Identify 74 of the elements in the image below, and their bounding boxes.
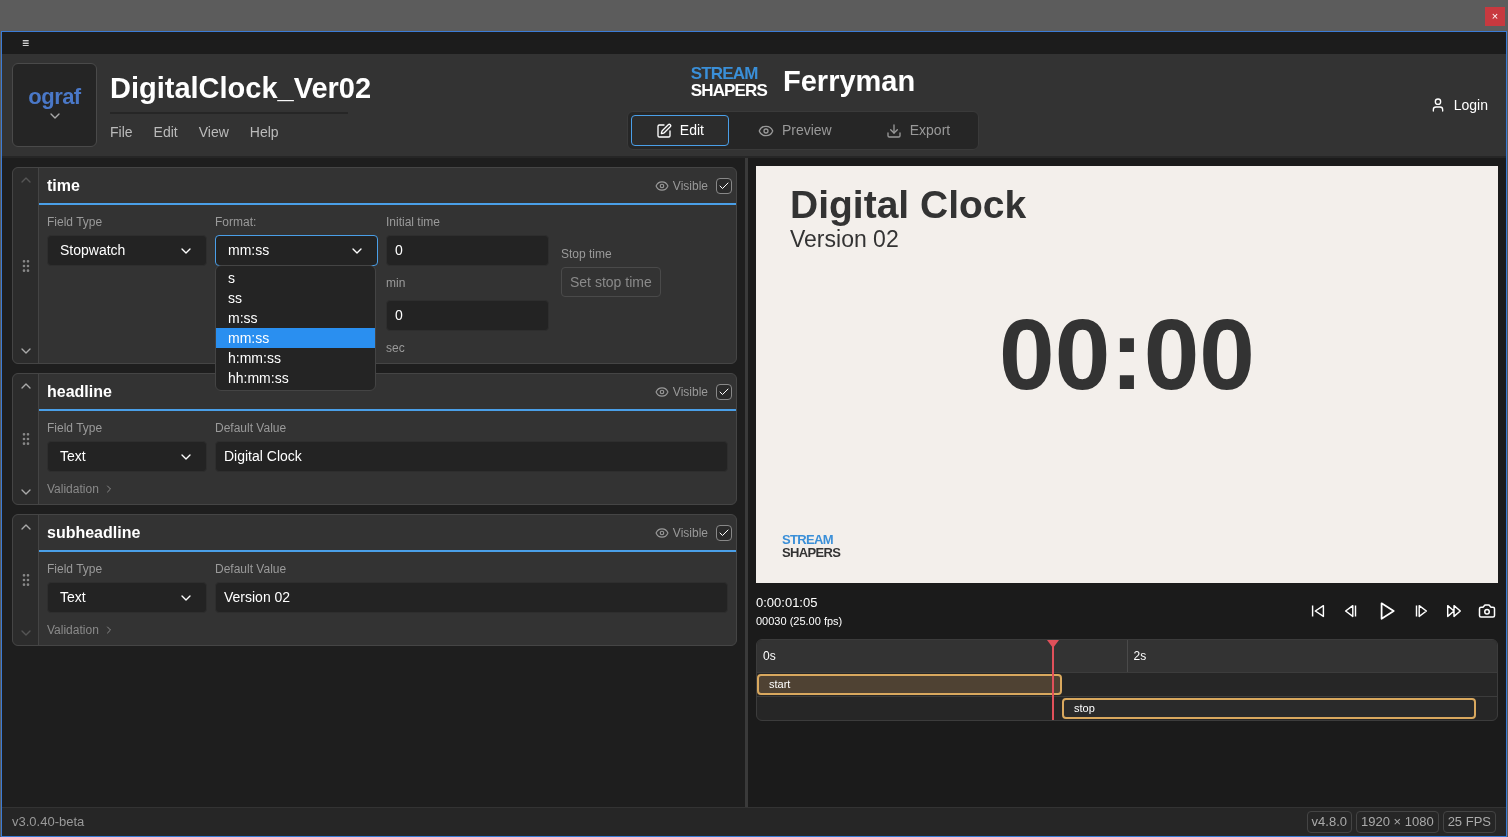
dropdown-option[interactable]: ss: [216, 288, 375, 308]
visible-label: Visible: [672, 383, 708, 401]
dropdown-option[interactable]: h:mm:ss: [216, 348, 375, 368]
set-stop-time-button[interactable]: Set stop time: [561, 267, 661, 297]
mode-tab[interactable]: Edit: [630, 115, 729, 147]
input-field[interactable]: 0: [386, 300, 549, 331]
visible-label: Visible: [672, 177, 708, 195]
dropdown-option[interactable]: hh:mm:ss: [216, 368, 375, 388]
time-tick-label: 0s: [763, 648, 776, 665]
logo-line: SHAPERS: [782, 546, 842, 559]
visible-checkbox[interactable]: [716, 383, 732, 400]
select-field[interactable]: Text: [47, 441, 207, 472]
status-badge: v4.8.0: [1306, 811, 1352, 833]
timeline-clip[interactable]: stop: [1062, 698, 1476, 719]
menu-item[interactable]: Edit: [153, 121, 178, 143]
timeline-clip[interactable]: start: [757, 674, 1062, 695]
time-tick-label: 2s: [1133, 648, 1147, 665]
menu-item[interactable]: File: [110, 121, 133, 143]
validation-toggle[interactable]: Validation: [47, 621, 115, 639]
select-field[interactable]: Stopwatch: [47, 235, 207, 266]
logo-line: SHAPERS: [690, 81, 768, 99]
field-name: subheadline: [47, 522, 141, 543]
dropdown-option[interactable]: s: [216, 268, 375, 288]
logo-button[interactable]: ograf: [12, 63, 97, 147]
field-label: Format:: [215, 214, 258, 231]
pen-icon: [655, 122, 672, 139]
input-field[interactable]: Version 02: [215, 582, 728, 613]
login-button[interactable]: Login: [1258, 94, 1488, 116]
validation-toggle[interactable]: Validation: [47, 480, 115, 498]
menu-item[interactable]: Help: [249, 121, 279, 143]
menu-item[interactable]: View: [198, 121, 229, 143]
menu-icon[interactable]: ≡: [22, 34, 29, 52]
download-icon: [885, 122, 902, 139]
app-version: v3.0.40-beta: [12, 813, 85, 832]
status-badge: 1920 × 1080: [1356, 811, 1439, 833]
app-name: Ferryman: [783, 63, 916, 99]
mode-tab[interactable]: Export: [860, 115, 976, 147]
status-badge: 25 FPS: [1442, 811, 1496, 833]
skip-to-start-icon[interactable]: [1309, 602, 1327, 620]
field-label: Stop time: [561, 246, 613, 263]
field-label: Field Type: [47, 561, 104, 578]
timecode: 0:00:01:05: [756, 594, 819, 612]
preview-clock: 00:00: [999, 304, 1255, 404]
camera-icon[interactable]: [1478, 602, 1496, 620]
field-label: Field Type: [47, 214, 104, 231]
logo-line: STREAM: [690, 64, 759, 82]
input-field[interactable]: 0: [386, 235, 549, 266]
dropdown-option[interactable]: m:ss: [216, 308, 375, 328]
visible-label: Visible: [672, 524, 708, 542]
select-field[interactable]: mm:ss: [215, 235, 378, 266]
field-name: time: [47, 175, 80, 196]
frame-counter: 00030 (25.00 fps): [756, 613, 843, 629]
visible-checkbox[interactable]: [716, 524, 732, 541]
fast-forward-icon[interactable]: [1445, 602, 1463, 620]
field-label: sec: [386, 340, 406, 357]
input-field[interactable]: Digital Clock: [215, 441, 728, 472]
field-label: Field Type: [47, 420, 104, 437]
document-title: DigitalClock_Ver02: [110, 70, 372, 106]
close-button[interactable]: ×: [1485, 7, 1505, 26]
preview-headline: Digital Clock: [790, 184, 1027, 226]
field-label: Initial time: [386, 214, 442, 231]
playhead[interactable]: [1047, 640, 1059, 720]
field-label: Default Value: [215, 420, 288, 437]
eye-icon: [654, 525, 669, 540]
mode-tab[interactable]: Preview: [732, 115, 857, 147]
eye-icon: [654, 384, 669, 399]
field-label: min: [386, 275, 407, 292]
eye-icon: [654, 178, 669, 193]
visible-checkbox[interactable]: [716, 177, 732, 194]
select-field[interactable]: Text: [47, 582, 207, 613]
field-name: headline: [47, 381, 112, 402]
logo-line: STREAM: [782, 533, 834, 546]
preview-subheadline: Version 02: [790, 226, 899, 252]
field-label: Default Value: [215, 561, 288, 578]
